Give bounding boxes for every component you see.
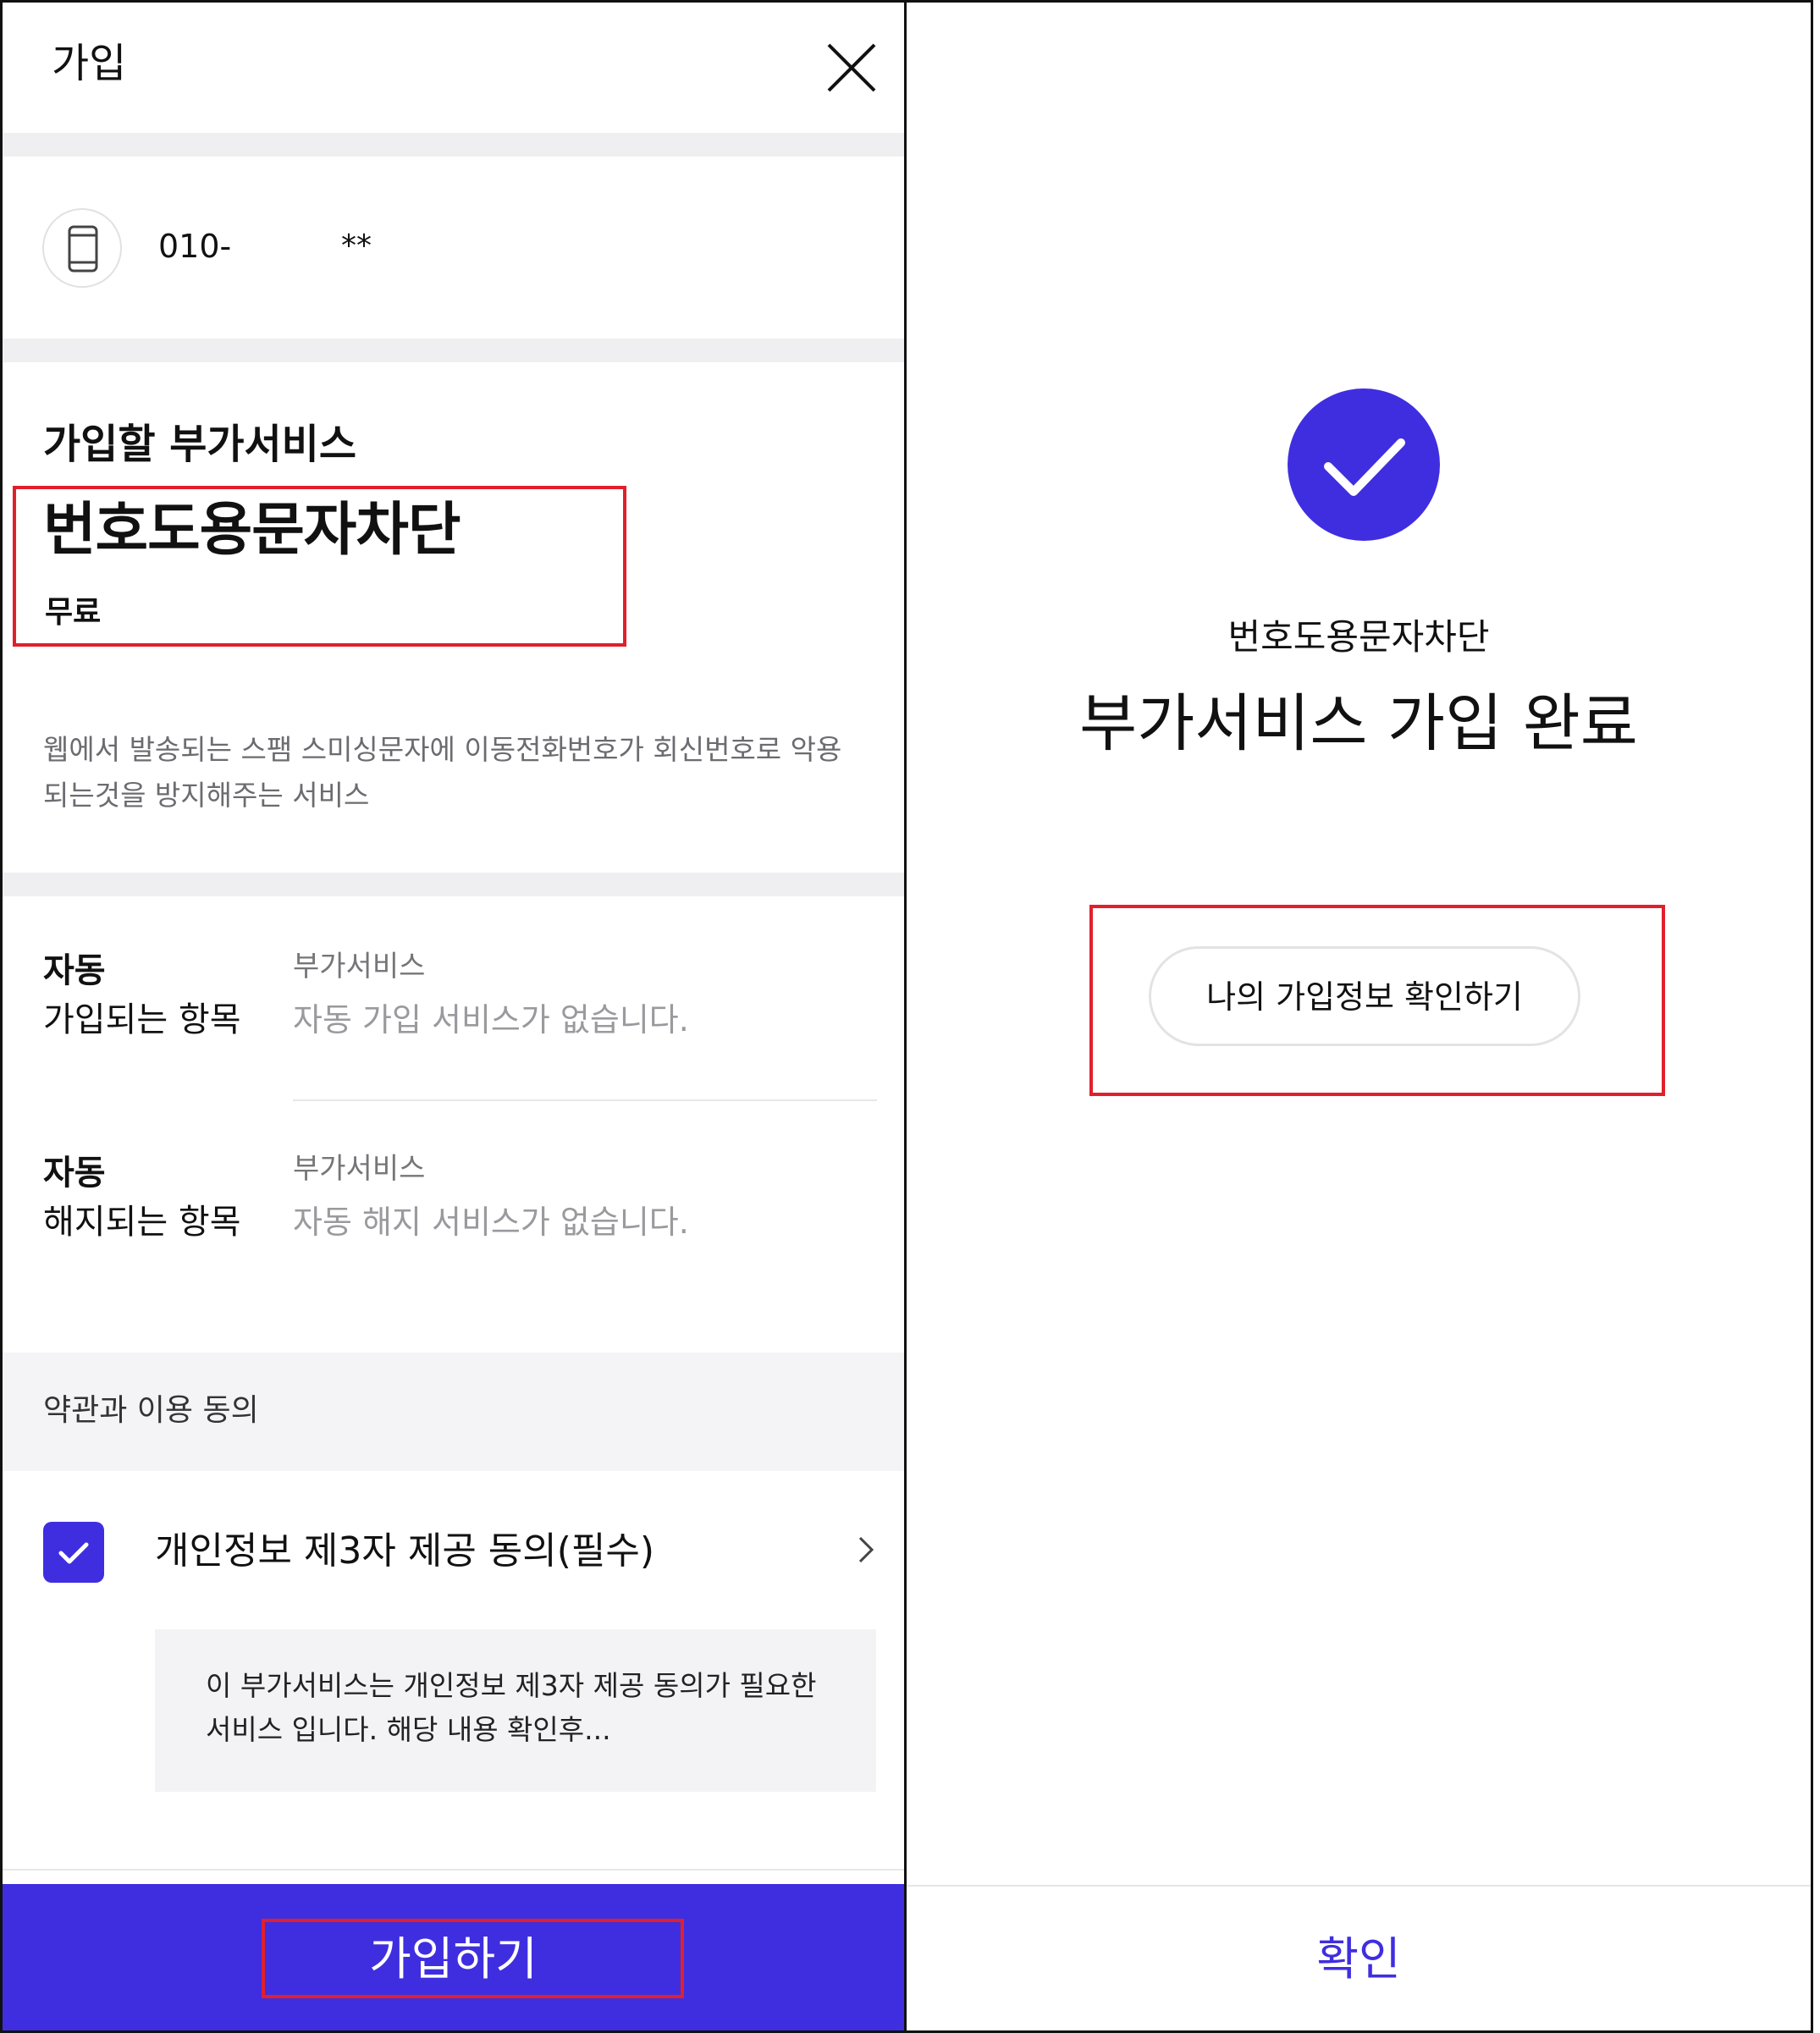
join-button-label[interactable]: 가입하기 xyxy=(3,1929,904,1990)
service-description: 웹에서 발송되는 스팸 스미싱문자에 이동전화번호가 회신번호로 악용되는것을 … xyxy=(43,733,842,812)
check-icon xyxy=(58,1542,89,1564)
divider xyxy=(3,1869,904,1870)
auto-join-title: 자동 xyxy=(43,951,106,990)
chevron-right-icon[interactable] xyxy=(853,1533,879,1567)
check-circle-icon xyxy=(1288,388,1440,541)
agree-label[interactable]: 개인정보 제3자 제공 동의(필수) xyxy=(155,1524,654,1578)
confirm-button[interactable]: 확인 xyxy=(907,1929,1811,1990)
phone-number-mask: ** xyxy=(341,229,372,263)
section-divider xyxy=(3,339,904,362)
auto-join-value: 자동 가입 서비스가 없습니다. xyxy=(293,1001,689,1039)
close-icon[interactable] xyxy=(824,40,880,96)
complete-message: 부가서비스 가입 완료 xyxy=(1079,687,1638,760)
agree-checkbox[interactable] xyxy=(43,1522,104,1583)
section-divider xyxy=(3,133,904,157)
auto-cancel-title: 자동 xyxy=(43,1154,106,1193)
join-screen: 가입 010- ** 가입할 부가서비스 번호도용문자차단 무료 웹에서 발송되… xyxy=(0,0,907,2033)
service-name: 번호도용문자차단 xyxy=(43,497,461,564)
smartphone-icon xyxy=(68,225,98,273)
terms-section-label: 약관과 이용 동의 xyxy=(43,1393,259,1428)
my-subscription-info-label[interactable]: 나의 가입정보 확인하기 xyxy=(1149,973,1580,1021)
row-divider xyxy=(293,1099,877,1101)
divider xyxy=(907,1885,1811,1887)
completed-service-name: 번호도용문자차단 xyxy=(1227,616,1490,658)
auto-cancel-subtitle: 해지되는 항목 xyxy=(43,1203,241,1242)
phone-avatar xyxy=(42,208,122,288)
auto-join-subtitle: 가입되는 항목 xyxy=(43,1000,241,1039)
auto-join-label: 부가서비스 xyxy=(293,950,426,983)
page-title: 가입 xyxy=(52,40,127,87)
phone-number: 010- xyxy=(158,228,232,265)
auto-cancel-value: 자동 해지 서비스가 없습니다. xyxy=(293,1204,689,1241)
terms-info-text: 이 부가서비스는 개인정보 제3자 제공 동의가 필요한 서비스 입니다. 해당… xyxy=(206,1669,817,1746)
complete-screen: 번호도용문자차단 부가서비스 가입 완료 나의 가입정보 확인하기 확인 xyxy=(907,0,1813,2033)
service-price: 무료 xyxy=(45,595,102,630)
service-heading: 가입할 부가서비스 xyxy=(43,421,356,468)
section-divider xyxy=(3,873,904,896)
auto-cancel-label: 부가서비스 xyxy=(293,1152,426,1186)
